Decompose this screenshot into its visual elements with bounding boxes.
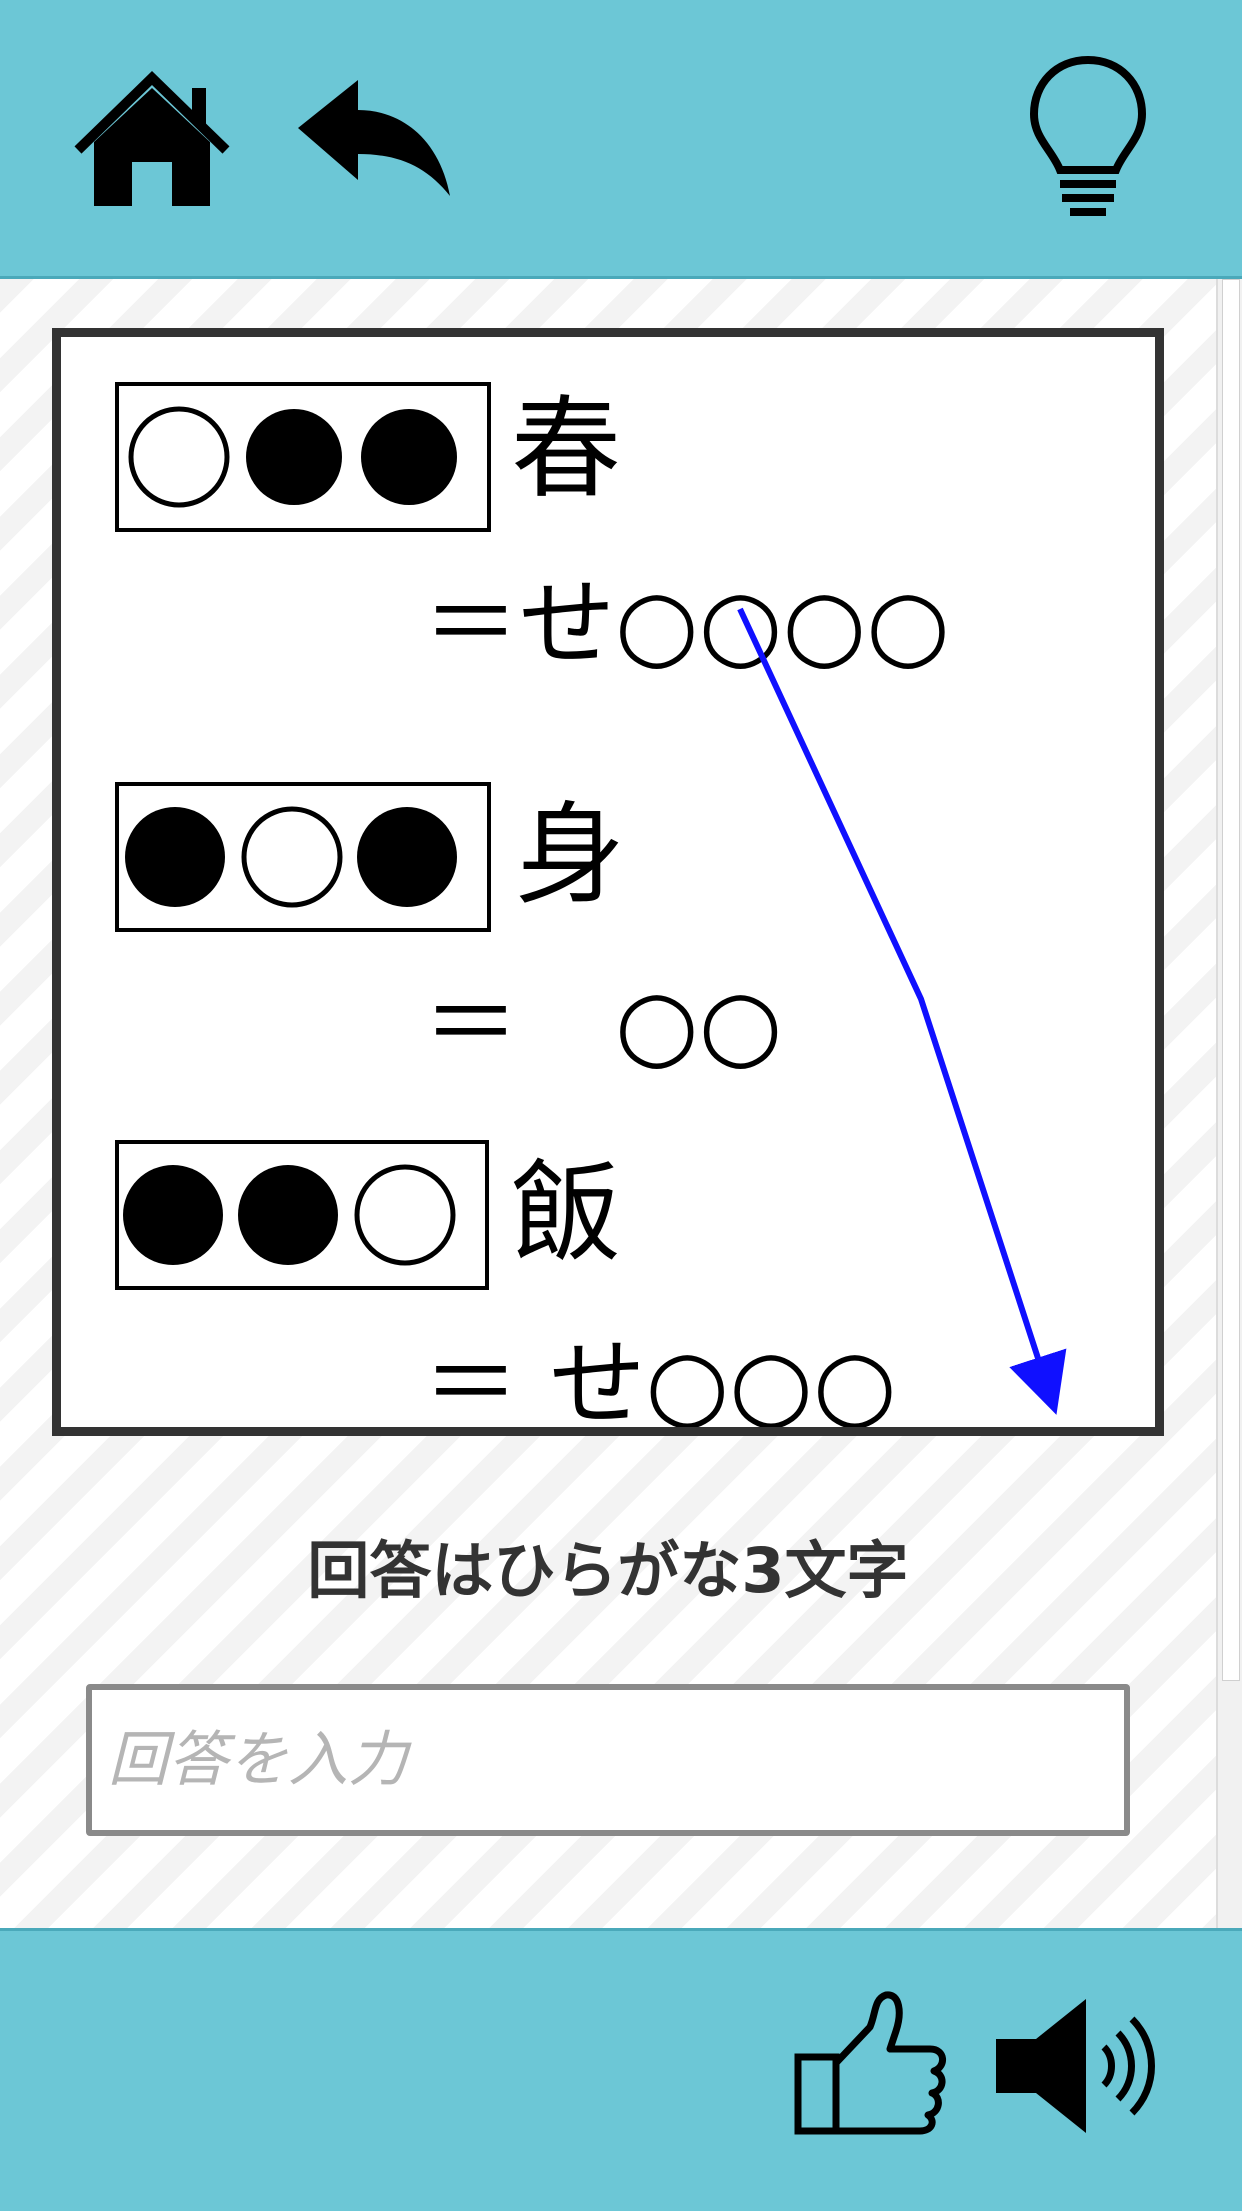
speaker-icon [996,1999,1155,2133]
home-icon [74,71,230,206]
answer-hint-text: 回答はひらがな3文字 [307,1534,909,1607]
home-button[interactable] [72,62,232,212]
undo-button[interactable] [294,76,454,202]
equation-1: ＝せ○○○○ [423,568,950,680]
equation-3: ＝ せ○○○ [423,1328,897,1427]
puzzle-image: 春 ＝せ○○○○ 身 ＝ ○○ 飯 ＝ せ○○○ [115,382,1067,1440]
undo-arrow-icon [298,80,450,196]
sound-button[interactable] [992,1995,1162,2137]
puzzle-row-2: 身 ＝ ○○ [115,782,783,1080]
kanji-1: 春 [511,385,621,513]
like-button[interactable] [792,1987,952,2137]
scrollbar[interactable] [1216,279,1242,1928]
hint-arrow [737,607,1067,1415]
kanji-3: 飯 [511,1149,621,1277]
top-toolbar [0,0,1242,279]
puzzle-row-3: 飯 ＝ せ○○○ [115,1140,897,1440]
kanji-2: 身 [515,791,625,919]
bottom-toolbar [0,1928,1242,2211]
thumbs-up-icon [794,1991,946,2135]
puzzle-panel: 春 ＝せ○○○○ 身 ＝ ○○ 飯 ＝ せ○○○ [52,328,1164,1440]
answer-input[interactable] [86,1684,1130,1836]
lightbulb-icon [1029,55,1147,216]
hint-button[interactable] [1026,52,1150,224]
puzzle-row-1: 春 ＝せ○○○○ [115,382,950,680]
equation-2: ＝ ○○ [423,968,783,1080]
scrollbar-thumb[interactable] [1222,279,1240,1681]
